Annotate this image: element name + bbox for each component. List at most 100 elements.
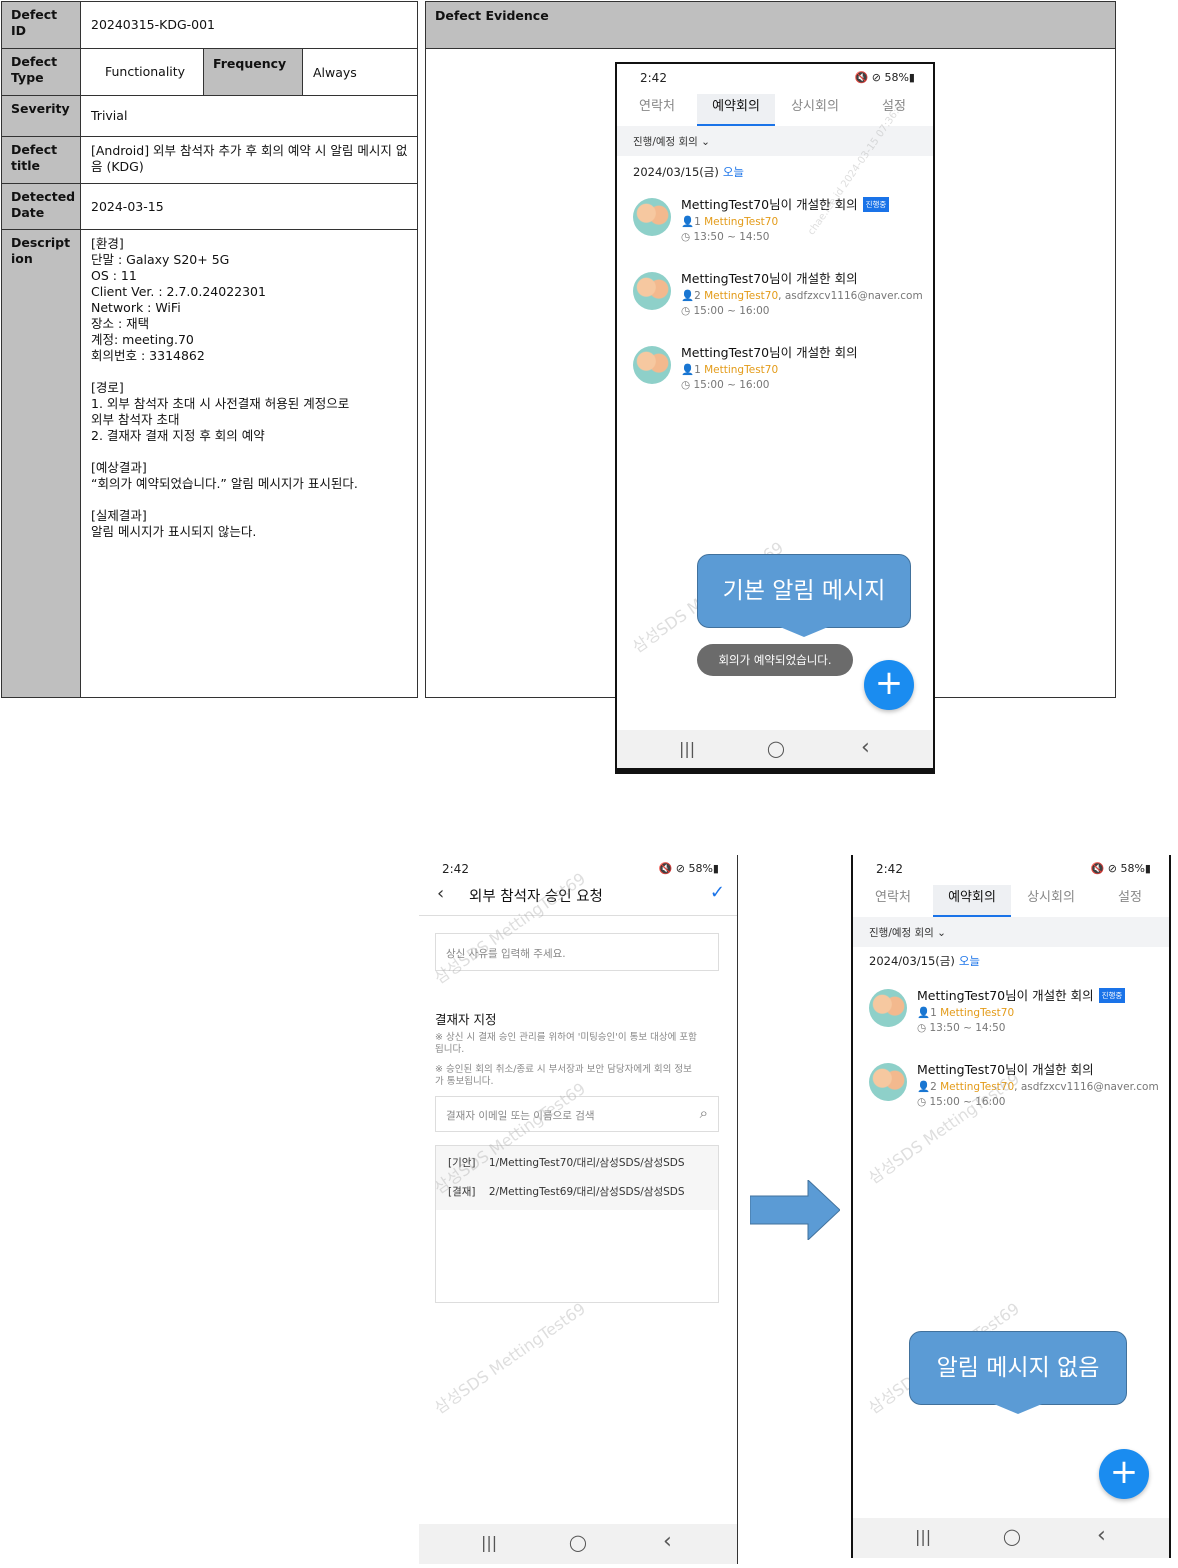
approver-search-placeholder: 결재자 이메일 또는 이름으로 검색 (446, 1110, 595, 1122)
approval-note-1: ※ 상신 시 결재 승인 관리를 위하여 '미팅승인'이 통보 대상에 포함됩니… (435, 1032, 697, 1055)
detected-label: Detected Date (2, 184, 81, 229)
approver-row: [결재] 2/MettingTest69/대리/삼성SDS/삼성SDS (448, 1186, 685, 1198)
tab-reserved-meetings[interactable]: 예약회의 (933, 885, 1011, 917)
frequency-label: Frequency (203, 49, 303, 95)
status-icons: 🔇 ⊘ 58%▮ (658, 862, 719, 875)
defect-id-value: 20240315-KDG-001 (91, 17, 216, 32)
evidence-header: Defect Evidence (426, 2, 1115, 49)
date-text: 2024/03/15(금) (633, 165, 719, 179)
tab-permanent-meetings[interactable]: 상시회의 (779, 94, 851, 126)
flow-arrow-icon (750, 1180, 840, 1240)
home-icon[interactable]: ◯ (569, 1533, 587, 1552)
description-label: Description (2, 230, 81, 697)
tab-contacts[interactable]: 연락처 (861, 885, 925, 917)
avatar (633, 272, 671, 310)
defect-id-label: Defect ID (2, 2, 81, 48)
meeting-participants: 👤1 MettingTest70 (917, 1007, 1015, 1019)
status-icons: 🔇 ⊘ 58%▮ (854, 71, 915, 84)
status-time: 2:42 (442, 862, 469, 876)
severity-value: Trivial (91, 108, 128, 123)
status-icons: 🔇 ⊘ 58%▮ (1090, 862, 1151, 875)
filter-dropdown[interactable]: 진행/예정 회의 ⌄ (853, 917, 1169, 947)
back-icon[interactable]: ‹ (1097, 1523, 1106, 1548)
reason-input[interactable]: 상신 사유를 입력해 주세요. (435, 933, 719, 971)
tab-settings[interactable]: 설정 (867, 94, 921, 126)
row-defect-id: Defect ID 20240315-KDG-001 (2, 2, 417, 49)
add-meeting-button[interactable]: + (864, 660, 914, 710)
callout-no-message: 알림 메시지 없음 (909, 1331, 1127, 1414)
date-header: 2024/03/15(금) 오늘 (869, 953, 980, 969)
defect-type-label: Defect Type (2, 49, 81, 95)
date-text: 2024/03/15(금) (869, 954, 955, 968)
phone-screenshot-actual: 2:42 🔇 ⊘ 58%▮ 연락처 예약회의 상시회의 설정 진행/예정 회의 … (851, 855, 1171, 1558)
recent-apps-icon[interactable]: ||| (481, 1533, 497, 1552)
meeting-item[interactable]: MettingTest70님이 개설한 회의 👤2 MettingTest70,… (869, 1059, 1159, 1125)
android-nav-bar: ||| ◯ ‹ (617, 730, 933, 768)
approver-search-input[interactable]: 결재자 이메일 또는 이름으로 검색 ⌕ (435, 1096, 719, 1132)
title-value: [Android] 외부 참석자 추가 후 회의 예약 시 알림 메시지 없음 … (91, 143, 408, 174)
android-nav-bar: ||| ◯ ‹ (419, 1524, 737, 1564)
search-icon[interactable]: ⌕ (700, 1104, 708, 1122)
meeting-participants: 👤2 MettingTest70, asdfzxcv1116@naver.com (917, 1081, 1159, 1093)
avatar (633, 346, 671, 384)
frequency-value: Always (313, 64, 357, 80)
meeting-participants: 👤1 MettingTest70 (681, 216, 779, 228)
status-bar: 2:42 🔇 ⊘ 58%▮ (853, 855, 1169, 883)
back-arrow-icon[interactable]: ‹ (437, 883, 444, 904)
status-badge: 진행중 (1098, 988, 1126, 1003)
status-time: 2:42 (640, 71, 667, 85)
meeting-participants: 👤2 MettingTest70, asdfzxcv1116@naver.com (681, 290, 923, 302)
avatar (633, 198, 671, 236)
defect-table: Defect ID 20240315-KDG-001 Defect Type F… (1, 1, 418, 698)
home-icon[interactable]: ◯ (1003, 1527, 1021, 1546)
tab-reserved-meetings[interactable]: 예약회의 (697, 94, 775, 126)
watermark: 삼성SDS MettingTest69 (430, 1298, 590, 1418)
meeting-time: ◷ 13:50 ~ 14:50 (917, 1022, 1006, 1034)
confirm-check-icon[interactable]: ✓ (710, 882, 725, 903)
row-description: Description [환경] 단말 : Galaxy S20+ 5G OS … (2, 230, 417, 697)
today-label: 오늘 (722, 165, 745, 179)
severity-label: Severity (2, 96, 81, 136)
meeting-item[interactable]: MettingTest70님이 개설한 회의 진행중 👤1 MettingTest… (633, 194, 923, 260)
phone-screenshot-approval: 2:42 🔇 ⊘ 58%▮ ‹ 외부 참석자 승인 요청 ✓ 상신 사유를 입력… (419, 855, 738, 1564)
avatar (869, 1063, 907, 1101)
recent-apps-icon[interactable]: ||| (679, 739, 695, 758)
status-bar: 2:42 🔇 ⊘ 58%▮ (617, 64, 933, 92)
defect-type-value: Functionality (105, 64, 186, 79)
status-time: 2:42 (876, 862, 903, 876)
tab-bar: 연락처 예약회의 상시회의 설정 (853, 885, 1169, 917)
avatar (869, 989, 907, 1027)
meeting-title: MettingTest70님이 개설한 회의 진행중 (917, 985, 1126, 1004)
back-icon[interactable]: ‹ (861, 735, 870, 760)
row-severity: Severity Trivial (2, 96, 417, 137)
meeting-time: ◷ 15:00 ~ 16:00 (681, 379, 770, 391)
add-meeting-button[interactable]: + (1099, 1449, 1149, 1499)
recent-apps-icon[interactable]: ||| (915, 1527, 931, 1546)
row-title: Defect title [Android] 외부 참석자 추가 후 회의 예약… (2, 137, 417, 184)
meeting-time: ◷ 15:00 ~ 16:00 (681, 305, 770, 317)
back-icon[interactable]: ‹ (663, 1529, 672, 1554)
meeting-item[interactable]: MettingTest70님이 개설한 회의 👤1 MettingTest70 … (633, 342, 923, 408)
meeting-participants: 👤1 MettingTest70 (681, 364, 779, 376)
meeting-title: MettingTest70님이 개설한 회의 진행중 (681, 194, 890, 213)
filter-dropdown[interactable]: 진행/예정 회의 ⌄ (617, 126, 933, 156)
meeting-time: ◷ 13:50 ~ 14:50 (681, 231, 770, 243)
meeting-item[interactable]: MettingTest70님이 개설한 회의 진행중 👤1 MettingTest… (869, 985, 1159, 1051)
tab-settings[interactable]: 설정 (1103, 885, 1157, 917)
date-header: 2024/03/15(금) 오늘 (633, 164, 744, 180)
description-value: [환경] 단말 : Galaxy S20+ 5G OS : 11 Client … (91, 236, 358, 539)
approver-list: [기안] 1/MettingTest70/대리/삼성SDS/삼성SDS [결재]… (435, 1145, 719, 1303)
tab-bar: 연락처 예약회의 상시회의 설정 (617, 94, 933, 126)
meeting-title: MettingTest70님이 개설한 회의 (681, 345, 858, 360)
row-detected-date: Detected Date 2024-03-15 (2, 184, 417, 230)
divider (419, 915, 737, 916)
meeting-time: ◷ 15:00 ~ 16:00 (917, 1096, 1006, 1108)
callout-expected-message: 기본 알림 메시지 (697, 554, 911, 637)
meeting-title: MettingTest70님이 개설한 회의 (917, 1062, 1094, 1077)
status-badge: 진행중 (862, 197, 890, 212)
home-icon[interactable]: ◯ (767, 739, 785, 758)
tab-permanent-meetings[interactable]: 상시회의 (1015, 885, 1087, 917)
tab-contacts[interactable]: 연락처 (625, 94, 689, 126)
meeting-item[interactable]: MettingTest70님이 개설한 회의 👤2 MettingTest70,… (633, 268, 923, 334)
today-label: 오늘 (958, 954, 981, 968)
